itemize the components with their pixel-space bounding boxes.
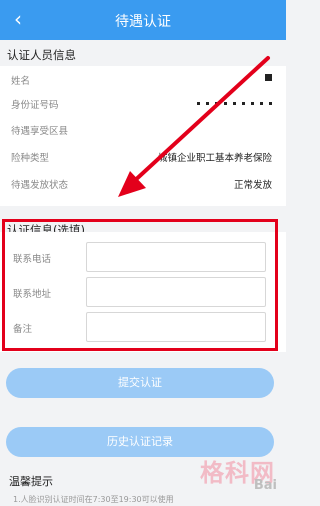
tips-line: 1.人脸识别认证时间在7:30至19:30可以使用 (13, 495, 174, 504)
watermark-text-en: Bai (253, 478, 277, 493)
tips-title: 温馨提示 (9, 475, 53, 488)
submit-button[interactable]: 提交认证 (6, 368, 274, 398)
